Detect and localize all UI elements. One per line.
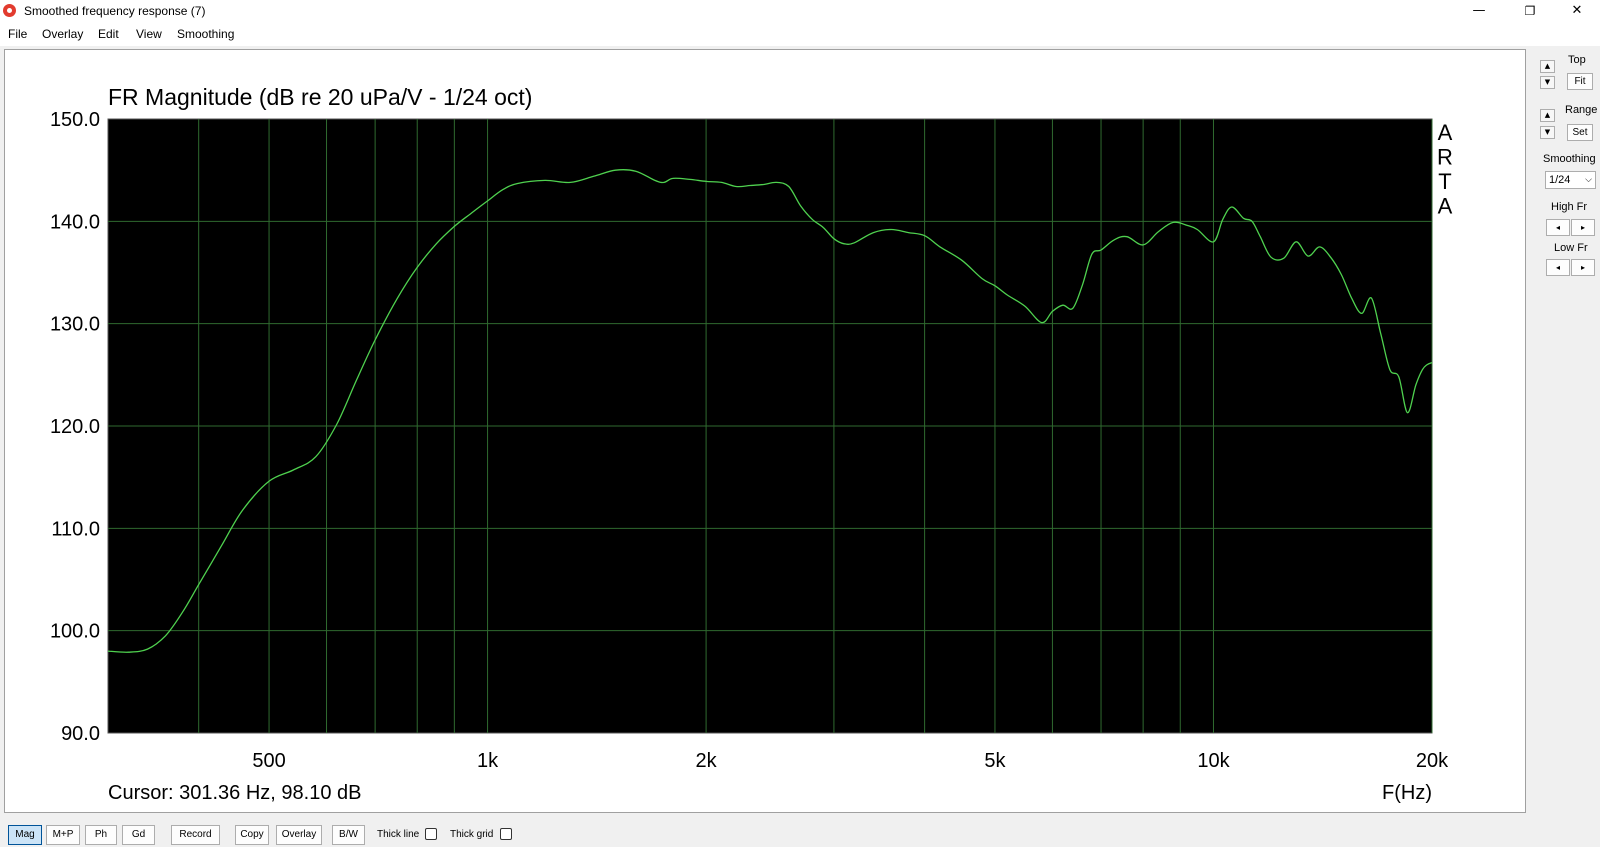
x-axis-label: F(Hz) xyxy=(1382,782,1432,804)
smoothing-select[interactable]: 1/24 ⌵ xyxy=(1545,171,1596,189)
arta-app-icon xyxy=(3,4,16,17)
overlay-button[interactable]: Overlay xyxy=(276,825,322,845)
thick-grid-label: Thick grid xyxy=(450,829,494,840)
range-label: Range xyxy=(1565,104,1598,116)
minimize-button[interactable]: — xyxy=(1456,0,1502,22)
y-tick-label: 130.0 xyxy=(50,314,100,336)
y-tick-label: 90.0 xyxy=(61,723,100,745)
x-tick-label: 5k xyxy=(984,750,1006,772)
watermark-letter: A xyxy=(1438,194,1453,219)
low-fr-label: Low Fr xyxy=(1554,242,1588,254)
title-bar: Smoothed frequency response (7) — ❐ ✕ xyxy=(0,0,1600,22)
top-up-button[interactable]: ▲ xyxy=(1540,60,1555,73)
chart-title: FR Magnitude (dB re 20 uPa/V - 1/24 oct) xyxy=(108,84,532,110)
watermark-letter: A xyxy=(1438,120,1453,145)
watermark-letter: T xyxy=(1438,169,1451,194)
watermark-letter: R xyxy=(1437,145,1453,170)
bw-button[interactable]: B/W xyxy=(332,825,365,845)
phase-button[interactable]: Ph xyxy=(85,825,117,845)
low-fr-left-button[interactable]: ◂ xyxy=(1546,259,1570,276)
smoothing-value: 1/24 xyxy=(1549,174,1571,186)
y-tick-label: 110.0 xyxy=(51,518,100,540)
window-title: Smoothed frequency response (7) xyxy=(24,4,206,18)
menu-bar: File Overlay Edit View Smoothing xyxy=(0,22,1600,46)
high-fr-right-button[interactable]: ▸ xyxy=(1571,219,1595,236)
frequency-response-chart[interactable]: FR Magnitude (dB re 20 uPa/V - 1/24 oct)… xyxy=(5,50,1525,812)
x-axis-ticks: 500 1k 2k 5k 10k 20k xyxy=(252,750,1449,772)
copy-button[interactable]: Copy xyxy=(235,825,269,845)
top-label: Top xyxy=(1568,54,1586,66)
set-button[interactable]: Set xyxy=(1567,124,1593,141)
thick-grid-checkbox[interactable] xyxy=(500,828,512,840)
thick-line-checkbox[interactable] xyxy=(425,828,437,840)
x-tick-label: 500 xyxy=(252,750,285,772)
x-tick-label: 2k xyxy=(696,750,718,772)
low-fr-right-button[interactable]: ▸ xyxy=(1571,259,1595,276)
x-tick-label: 10k xyxy=(1197,750,1230,772)
high-fr-label: High Fr xyxy=(1551,201,1588,213)
high-fr-left-button[interactable]: ◂ xyxy=(1546,219,1570,236)
chart-panel: FR Magnitude (dB re 20 uPa/V - 1/24 oct)… xyxy=(4,49,1526,813)
record-button[interactable]: Record xyxy=(171,825,220,845)
group-delay-button[interactable]: Gd xyxy=(122,825,155,845)
x-tick-label: 20k xyxy=(1416,750,1449,772)
mag-button[interactable]: Mag xyxy=(8,825,42,845)
y-tick-label: 150.0 xyxy=(50,109,100,131)
y-tick-label: 140.0 xyxy=(50,211,100,233)
range-down-button[interactable]: ▼ xyxy=(1540,126,1555,139)
range-up-button[interactable]: ▲ xyxy=(1540,109,1555,122)
menu-smoothing[interactable]: Smoothing xyxy=(177,27,234,41)
chevron-down-icon: ⌵ xyxy=(1585,175,1592,185)
fit-button[interactable]: Fit xyxy=(1567,73,1593,90)
restore-button[interactable]: ❐ xyxy=(1507,0,1553,22)
menu-file[interactable]: File xyxy=(8,27,27,41)
arta-watermark: ARTA xyxy=(1437,120,1453,219)
smoothing-label: Smoothing xyxy=(1543,153,1596,165)
y-tick-label: 100.0 xyxy=(50,621,100,643)
menu-edit[interactable]: Edit xyxy=(98,27,119,41)
cursor-readout: Cursor: 301.36 Hz, 98.10 dB xyxy=(108,782,361,804)
close-button[interactable]: ✕ xyxy=(1554,0,1600,22)
top-down-button[interactable]: ▼ xyxy=(1540,76,1555,89)
thick-line-label: Thick line xyxy=(377,829,420,840)
menu-view[interactable]: View xyxy=(136,27,162,41)
y-tick-label: 120.0 xyxy=(50,416,100,438)
menu-overlay[interactable]: Overlay xyxy=(42,27,83,41)
y-axis-ticks: 90.0 100.0 110.0 120.0 130.0 140.0 150.0 xyxy=(50,109,100,745)
x-tick-label: 1k xyxy=(477,750,499,772)
m-plus-p-button[interactable]: M+P xyxy=(46,825,80,845)
